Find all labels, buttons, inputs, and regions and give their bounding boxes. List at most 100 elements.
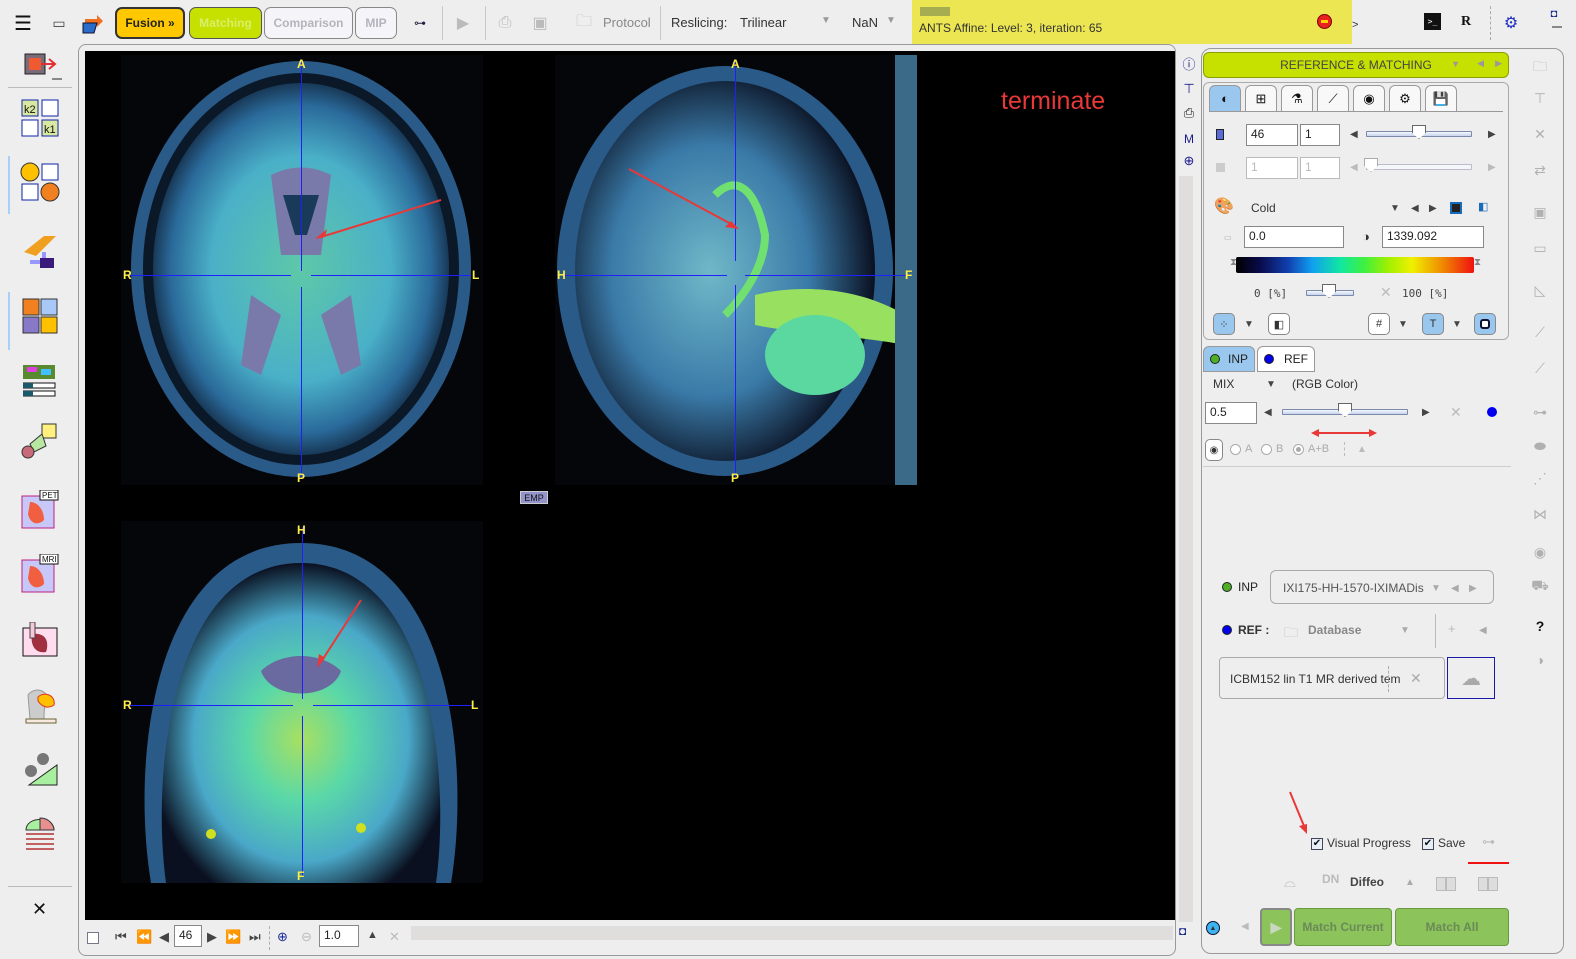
auto-range-icon[interactable]: ◑ [1362,229,1370,244]
colormap-select[interactable]: Cold [1251,201,1276,215]
radio-ab[interactable] [1293,444,1304,455]
first-slice-icon[interactable]: ⏮ [115,929,127,945]
tab-layout[interactable]: ⊞ [1245,85,1277,111]
slice-number-field[interactable]: 46 [174,925,202,947]
roi-icon[interactable]: ⬬ [1528,434,1552,458]
print-icon[interactable]: ⎙ [494,12,516,34]
frame-field[interactable]: 1 [1300,124,1340,146]
palette-icon[interactable]: 🎨 [1214,196,1234,216]
collapse-handle[interactable] [52,78,62,80]
terminal-icon[interactable]: ▭ [1528,236,1552,260]
colorbar-right-handle[interactable]: ⧗ [1474,257,1481,268]
secondary-field-1[interactable]: 1 [1246,157,1298,179]
hamburger-menu-icon[interactable]: ☰ [12,12,34,35]
fusion-button[interactable]: Fusion » [115,7,185,39]
frame-prev-icon[interactable]: ◀ [1350,162,1358,173]
processing-pipeline-icon[interactable] [20,232,60,272]
inp-series-prev-icon[interactable]: ◀ [1451,583,1459,594]
reference-matching-header[interactable]: REFERENCE & MATCHING ▼ ◀ ▶ [1203,52,1509,78]
zoom-in-icon[interactable]: ⊕ [277,929,288,945]
secondary-field-2[interactable]: 1 [1300,157,1340,179]
tree-icon[interactable]: ⊤ [1181,80,1197,98]
terminate-button[interactable] [1317,14,1332,29]
header-next-icon[interactable]: ▶ [1495,58,1502,69]
scatter-plot-icon[interactable]: ⋰ [1528,466,1552,490]
inp-series-next-icon[interactable]: ▶ [1469,583,1477,594]
m-mode-icon[interactable]: M [1181,130,1197,148]
colormap-prev-icon[interactable]: ◀ [1411,203,1419,214]
ref-source-dropdown-icon[interactable]: ▼ [1400,625,1410,636]
tab-inp[interactable]: INP [1203,346,1255,372]
matching-button[interactable]: Matching [189,7,262,39]
camera-icon[interactable]: ◘ [1179,924,1186,938]
open-folder-icon[interactable]: 🗀 [1528,56,1552,80]
match-all-button[interactable]: Match All [1395,908,1509,946]
inp-series-select[interactable]: IXI175-HH-1570-IXIMADis ▼ ◀ ▶ [1270,570,1494,604]
ref-clear-icon[interactable]: ✕ [1410,670,1422,687]
image-canvas[interactable]: A P R L A P H F EMP H F R L terminate [85,51,1175,920]
match-current-button[interactable]: Match Current [1294,908,1392,946]
tab-plot[interactable]: ⟋ [1317,85,1349,111]
protocol-label[interactable]: Protocol [603,15,651,30]
reslicing-select[interactable]: Trilinear [740,15,786,30]
user-settings-icon[interactable]: ⚙ [1498,10,1524,36]
histogram-icon[interactable]: ◺ [1528,278,1552,302]
tab-settings[interactable]: ⚙ [1389,85,1421,111]
ref-add-icon[interactable]: + [1448,621,1456,636]
colormap-dropdown-icon[interactable]: ▼ [1390,203,1400,214]
save-settings-icon[interactable]: ▣ [527,12,553,34]
method-up-icon[interactable]: ▲ [1405,877,1415,888]
slice-prev-icon[interactable]: ◀ [1350,129,1358,140]
crosshair-icon[interactable]: ⊕ [1181,152,1197,170]
reset-range-icon[interactable]: ✕ [1380,284,1392,301]
pet-cardiac-icon[interactable]: PET [20,490,60,530]
previous-slice-icon[interactable]: ◀ [159,929,169,945]
mask-button[interactable]: ◧ [1268,313,1290,335]
axial-slice-view[interactable]: A P R L [121,55,483,485]
dot-icon[interactable]: ◉ [1528,540,1552,564]
grid-dropdown-icon[interactable]: ▼ [1398,319,1408,330]
truck-icon[interactable]: ⛟ [1528,574,1552,598]
ref-series-select[interactable]: ICBM152 lin T1 MR derived tem ✕ [1219,657,1445,699]
more-button[interactable]: > [1352,19,1358,31]
match-play-button[interactable]: ▶ [1260,908,1292,946]
tab-contrast[interactable]: ◐ [1209,85,1241,111]
zoom-up-icon[interactable]: ▲ [367,929,378,941]
text-overlay-dropdown-icon[interactable]: ▼ [1452,319,1462,330]
cross-arrows-icon[interactable]: ✕ [1528,122,1552,146]
frame-toggle-button[interactable] [1474,313,1496,335]
fast-backward-icon[interactable]: ⏪ [136,929,152,945]
info-icon[interactable]: ⓘ [1181,54,1197,72]
r-console-button[interactable]: R [1461,14,1471,30]
mix-prev-icon[interactable]: ◀ [1264,407,1272,418]
ref-source-select[interactable]: Database [1308,623,1361,637]
tab-segmentation[interactable]: ⚗ [1281,85,1313,111]
grid-button[interactable]: # [1368,313,1390,335]
blend-mode-button[interactable]: ◉ [1205,439,1223,461]
radio-a[interactable] [1230,444,1241,455]
colormap-3d-icon[interactable]: ◧ [1478,200,1488,213]
print-icon[interactable]: ⎙ [1181,104,1197,122]
nan-dropdown-icon[interactable]: ▼ [886,15,896,26]
next-slice-icon[interactable]: ▶ [207,929,217,945]
brain-template-button[interactable]: ☁ [1447,657,1495,699]
comparison-button[interactable]: Comparison [264,7,353,39]
vertical-scrollbar[interactable] [1179,176,1193,922]
rigid-transform-icon[interactable]: ⌓ [1284,874,1296,891]
chart-icon[interactable]: ⟋ [1528,320,1552,344]
compartment-model-icon[interactable] [20,162,60,202]
frame-next-icon[interactable]: ▶ [1488,162,1496,173]
gastro-module-icon[interactable] [20,814,60,854]
image-stack-icon[interactable] [20,360,60,400]
slice-field[interactable]: 46 [1246,124,1298,146]
help-icon[interactable]: ? [1528,614,1552,638]
split-view-all-icon[interactable] [1478,877,1498,891]
nan-select[interactable]: NaN [852,15,878,30]
link-icon[interactable]: ⊶ [408,13,432,33]
reset-zoom-icon[interactable]: ✕ [389,929,400,945]
disk-icon[interactable]: ▣ [1528,200,1552,224]
visual-progress-checkbox[interactable]: ✔ [1311,838,1323,850]
horizontal-scrollbar[interactable] [411,926,1173,940]
link-icon[interactable]: ⊶ [1528,400,1552,424]
inp-series-dropdown-icon[interactable]: ▼ [1431,583,1441,594]
